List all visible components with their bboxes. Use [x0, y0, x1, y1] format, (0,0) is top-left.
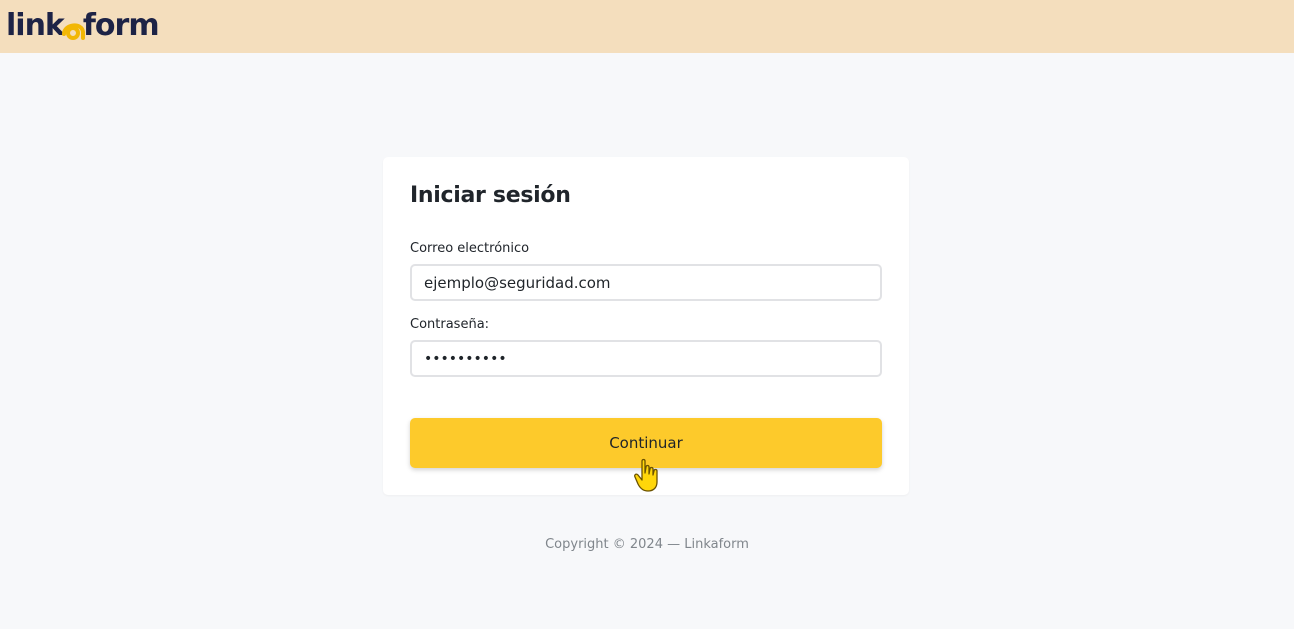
password-field[interactable] [410, 340, 882, 377]
email-label: Correo electrónico [410, 241, 530, 256]
login-card: Iniciar sesión Correo electrónico Contra… [383, 157, 909, 495]
logo-text-form: form [82, 7, 160, 43]
top-bar: link form [0, 0, 1294, 53]
continue-button[interactable]: Continuar [410, 418, 882, 468]
logo-text-link: link [6, 7, 65, 43]
logo-a-swoosh-icon [61, 10, 85, 40]
email-field[interactable] [410, 264, 882, 301]
footer-copyright: Copyright © 2024 — Linkaform [545, 537, 749, 552]
password-label: Contraseña: [410, 317, 490, 332]
linkaform-logo[interactable]: link form [6, 4, 160, 46]
login-title: Iniciar sesión [410, 183, 571, 208]
